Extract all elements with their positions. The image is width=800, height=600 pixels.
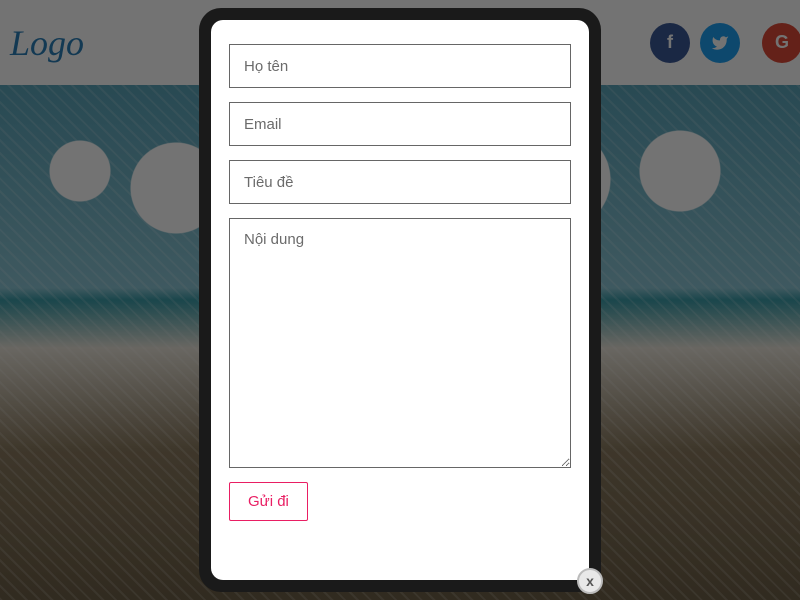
subject-field[interactable] bbox=[229, 160, 571, 204]
submit-button[interactable]: Gửi đi bbox=[229, 482, 308, 521]
contact-modal: Gửi đi x bbox=[199, 8, 601, 592]
close-icon: x bbox=[586, 573, 594, 589]
email-field[interactable] bbox=[229, 102, 571, 146]
contact-form: Gửi đi bbox=[211, 20, 589, 580]
modal-container: Gửi đi x bbox=[199, 0, 601, 600]
name-field[interactable] bbox=[229, 44, 571, 88]
close-button[interactable]: x bbox=[577, 568, 603, 594]
content-field[interactable] bbox=[229, 218, 571, 468]
